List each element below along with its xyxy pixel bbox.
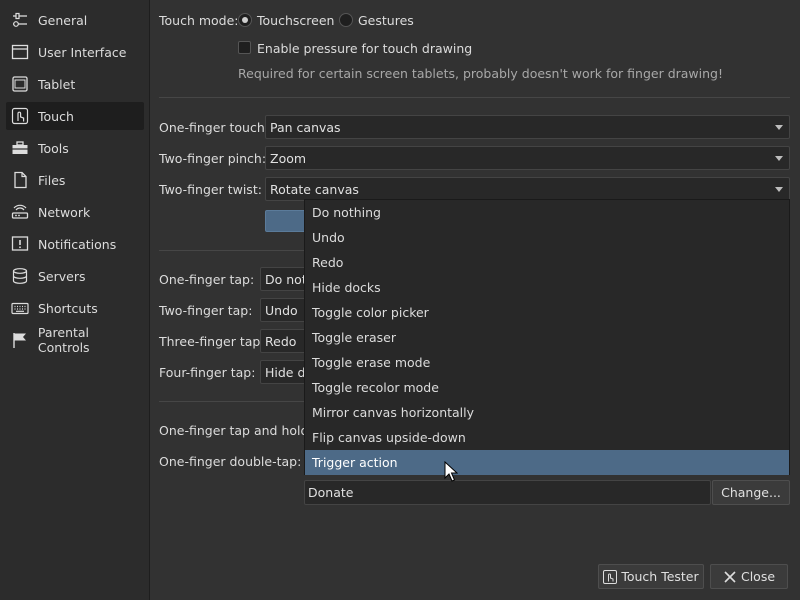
sidebar-item-tablet[interactable]: Tablet — [6, 70, 144, 98]
section-divider — [159, 250, 309, 251]
close-icon — [724, 570, 736, 583]
section-divider — [159, 97, 790, 98]
dropdown-item[interactable]: Undo — [305, 225, 789, 250]
three-finger-tap-select[interactable]: Redo — [260, 329, 310, 353]
one-finger-tap-value: Do not — [265, 271, 307, 287]
sidebar-item-label: User Interface — [38, 44, 127, 60]
one-finger-touch-value: Pan canvas — [270, 119, 341, 135]
database-icon — [10, 266, 30, 286]
sidebar-item-label: Servers — [38, 268, 86, 284]
tablet-icon — [10, 74, 30, 94]
sidebar-item-touch[interactable]: Touch — [6, 102, 144, 130]
touch-tester-button[interactable]: Touch Tester — [598, 564, 704, 589]
sidebar-item-tools[interactable]: Tools — [6, 134, 144, 162]
one-finger-tap-label: One-finger tap: — [159, 272, 255, 287]
window-icon — [10, 42, 30, 62]
two-finger-pinch-select[interactable]: Zoom — [265, 146, 790, 170]
sidebar-item-files[interactable]: Files — [6, 166, 144, 194]
sidebar-item-user-interface[interactable]: User Interface — [6, 38, 144, 66]
action-field-value: Donate — [308, 485, 354, 500]
four-finger-tap-label: Four-finger tap: — [159, 365, 256, 380]
touchscreen-radio-label[interactable]: Touchscreen — [257, 13, 334, 28]
touch-tester-label: Touch Tester — [621, 569, 699, 584]
close-button-label: Close — [740, 569, 776, 584]
sidebar-item-label: Tools — [38, 140, 69, 156]
touch-icon — [603, 569, 618, 584]
close-button[interactable]: Close — [710, 564, 788, 589]
gesture-action-dropdown: Do nothing Undo Redo Hide docks Toggle c… — [304, 199, 790, 475]
two-finger-pinch-value: Zoom — [270, 150, 307, 166]
double-tap-label: One-finger double-tap: — [159, 454, 302, 469]
dropdown-item[interactable]: Toggle erase mode — [305, 350, 789, 375]
touch-icon — [10, 106, 30, 126]
pressure-checkbox[interactable] — [238, 41, 251, 54]
pressure-checkbox-label[interactable]: Enable pressure for touch drawing — [257, 41, 472, 56]
change-button-label: Change... — [721, 485, 781, 500]
two-finger-twist-select[interactable]: Rotate canvas — [265, 177, 790, 201]
touch-mode-label: Touch mode: — [159, 13, 239, 28]
sidebar-item-servers[interactable]: Servers — [6, 262, 144, 290]
flag-icon — [10, 330, 30, 350]
three-finger-tap-value: Redo — [265, 333, 297, 349]
sidebar-item-shortcuts[interactable]: Shortcuts — [6, 294, 144, 322]
dropdown-item[interactable]: Redo — [305, 250, 789, 275]
sidebar-item-notifications[interactable]: Notifications — [6, 230, 144, 258]
four-finger-tap-select[interactable]: Hide d — [260, 360, 310, 384]
sidebar-item-label: Notifications — [38, 236, 117, 252]
dropdown-item[interactable]: Toggle eraser — [305, 325, 789, 350]
sidebar-item-network[interactable]: Network — [6, 198, 144, 226]
pressure-hint: Required for certain screen tablets, pro… — [238, 66, 723, 81]
section-divider — [159, 401, 309, 402]
change-button[interactable]: Change... — [712, 480, 790, 505]
file-icon — [10, 170, 30, 190]
one-finger-touch-label: One-finger touch: — [159, 120, 269, 135]
action-field[interactable]: Donate — [304, 480, 711, 505]
two-finger-twist-label: Two-finger twist: — [159, 182, 262, 197]
sidebar-item-general[interactable]: General — [6, 6, 144, 34]
one-finger-touch-select[interactable]: Pan canvas — [265, 115, 790, 139]
dropdown-item[interactable]: Toggle color picker — [305, 300, 789, 325]
gestures-radio[interactable] — [339, 13, 353, 27]
two-finger-twist-value: Rotate canvas — [270, 181, 359, 197]
settings-sidebar: General User Interface Tablet Touch Tool… — [0, 0, 150, 600]
chevron-down-icon — [775, 125, 783, 130]
dropdown-item-highlighted[interactable]: Trigger action — [305, 450, 789, 475]
sidebar-item-label: Touch — [38, 108, 74, 124]
gestures-radio-label[interactable]: Gestures — [358, 13, 414, 28]
chevron-down-icon — [775, 156, 783, 161]
keyboard-icon — [10, 298, 30, 318]
sidebar-item-label: Network — [38, 204, 91, 220]
dropdown-item[interactable]: Mirror canvas horizontally — [305, 400, 789, 425]
mouse-cursor-icon — [444, 461, 458, 482]
dropdown-item[interactable]: Do nothing — [305, 200, 789, 225]
sidebar-item-label: Tablet — [38, 76, 76, 92]
sidebar-item-label: Parental Controls — [37, 325, 90, 355]
chevron-down-icon — [775, 187, 783, 192]
bell-icon — [10, 234, 30, 254]
three-finger-tap-label: Three-finger tap: — [159, 334, 265, 349]
dropdown-item[interactable]: Toggle recolor mode — [305, 375, 789, 400]
dropdown-item[interactable]: Flip canvas upside-down — [305, 425, 789, 450]
two-finger-tap-select[interactable]: Undo — [260, 298, 310, 322]
sliders-icon — [10, 10, 30, 30]
sidebar-item-label: Files — [38, 172, 66, 188]
four-finger-tap-value: Hide d — [265, 364, 306, 380]
two-finger-tap-value: Undo — [265, 302, 298, 318]
touchscreen-radio[interactable] — [238, 13, 252, 27]
two-finger-tap-label: Two-finger tap: — [159, 303, 253, 318]
tap-and-hold-label: One-finger tap and hold: — [159, 423, 313, 438]
sidebar-item-label: General — [38, 12, 88, 28]
two-finger-pinch-label: Two-finger pinch: — [159, 151, 267, 166]
toolbox-icon — [10, 138, 30, 158]
sidebar-item-parental-controls[interactable]: Parental Controls — [6, 325, 144, 355]
sidebar-item-label: Shortcuts — [38, 300, 98, 316]
dropdown-item[interactable]: Hide docks — [305, 275, 789, 300]
router-icon — [10, 202, 30, 222]
one-finger-tap-select[interactable]: Do not — [260, 267, 310, 291]
